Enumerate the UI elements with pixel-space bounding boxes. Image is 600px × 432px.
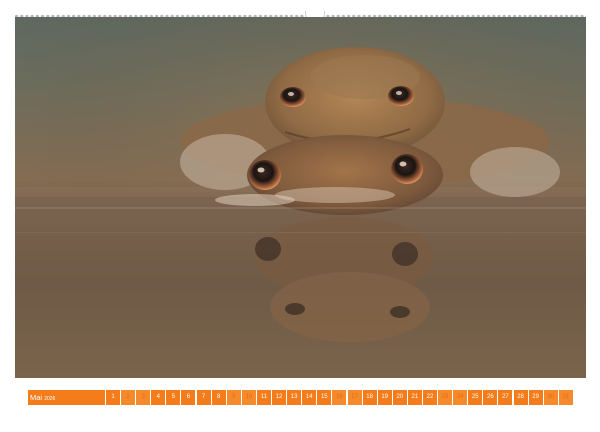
day-number: 18 bbox=[366, 394, 373, 400]
day-cell: 13 bbox=[287, 390, 302, 405]
day-cell: 4 bbox=[151, 390, 166, 405]
day-cell: 29 bbox=[528, 390, 543, 405]
month-label: Mai 2026 bbox=[28, 390, 105, 405]
day-number: 23 bbox=[441, 394, 449, 400]
day-cell: 1 bbox=[106, 390, 120, 405]
day-number: 1 bbox=[111, 394, 115, 400]
day-cell: 3 bbox=[136, 390, 151, 405]
day-number: 12 bbox=[275, 394, 283, 400]
day-cell: 16 bbox=[332, 390, 347, 405]
day-cell: 23 bbox=[438, 390, 453, 405]
day-cell: 31 bbox=[558, 390, 573, 405]
day-cell: 2 bbox=[121, 390, 136, 405]
day-number: 16 bbox=[336, 394, 343, 400]
day-number: 17 bbox=[351, 394, 358, 400]
day-number: 26 bbox=[487, 394, 494, 400]
day-number: 19 bbox=[381, 394, 389, 400]
day-number: 7 bbox=[201, 394, 206, 400]
day-number: 13 bbox=[290, 394, 298, 400]
day-number: 10 bbox=[245, 394, 253, 400]
day-number: 8 bbox=[216, 394, 221, 400]
day-number: 27 bbox=[502, 394, 509, 400]
day-cell: 17 bbox=[347, 390, 362, 405]
day-number: 29 bbox=[532, 394, 539, 400]
day-cell: 18 bbox=[362, 390, 377, 405]
toad-pair-icon bbox=[15, 17, 586, 378]
day-number: 14 bbox=[305, 394, 313, 400]
month-name: Mai bbox=[30, 393, 43, 402]
day-number: 30 bbox=[547, 394, 555, 400]
day-number: 15 bbox=[320, 394, 328, 400]
day-cell: 20 bbox=[392, 390, 407, 405]
day-number: 11 bbox=[260, 394, 268, 400]
day-number: 31 bbox=[562, 394, 570, 400]
day-cell: 22 bbox=[422, 390, 437, 405]
day-number: 28 bbox=[517, 394, 524, 400]
day-number: 21 bbox=[411, 394, 419, 400]
day-number: 25 bbox=[471, 394, 479, 400]
day-cell: 21 bbox=[407, 390, 422, 405]
day-number: 20 bbox=[396, 394, 404, 400]
day-cell: 9 bbox=[226, 390, 241, 405]
day-cell: 28 bbox=[513, 390, 528, 405]
day-cell: 11 bbox=[256, 390, 271, 405]
day-cell: 6 bbox=[181, 390, 196, 405]
month-year: 2026 bbox=[44, 396, 56, 402]
day-number: 5 bbox=[171, 394, 176, 400]
day-number: 22 bbox=[426, 394, 434, 400]
day-cell: 24 bbox=[453, 390, 468, 405]
day-cells: 1 2 3 4 5 6 7 8 9 10 11 12 13 14 15 16 17 18 19 20 21 22 23 24 2… bbox=[106, 390, 574, 405]
day-number: 6 bbox=[186, 394, 191, 400]
day-cell: 15 bbox=[317, 390, 332, 405]
day-cell: 14 bbox=[302, 390, 317, 405]
day-cell: 19 bbox=[377, 390, 392, 405]
day-number: 2 bbox=[126, 394, 130, 400]
day-cell: 8 bbox=[211, 390, 226, 405]
day-number: 4 bbox=[156, 394, 160, 400]
day-cell: 10 bbox=[241, 390, 256, 405]
day-number: 3 bbox=[141, 394, 145, 400]
calendar-photo bbox=[15, 17, 586, 378]
calendar-day-strip: Mai 2026 1 2 3 4 5 6 7 8 9 10 11 12 13 14 15 16 17 18 19 20… bbox=[28, 390, 574, 405]
day-number: 9 bbox=[232, 394, 236, 400]
day-cell: 7 bbox=[196, 390, 211, 405]
day-number: 24 bbox=[456, 394, 464, 400]
day-cell: 12 bbox=[272, 390, 287, 405]
day-cell: 27 bbox=[498, 390, 513, 405]
day-cell: 25 bbox=[468, 390, 483, 405]
day-cell: 30 bbox=[543, 390, 558, 405]
day-cell: 26 bbox=[483, 390, 498, 405]
day-cell: 5 bbox=[166, 390, 181, 405]
